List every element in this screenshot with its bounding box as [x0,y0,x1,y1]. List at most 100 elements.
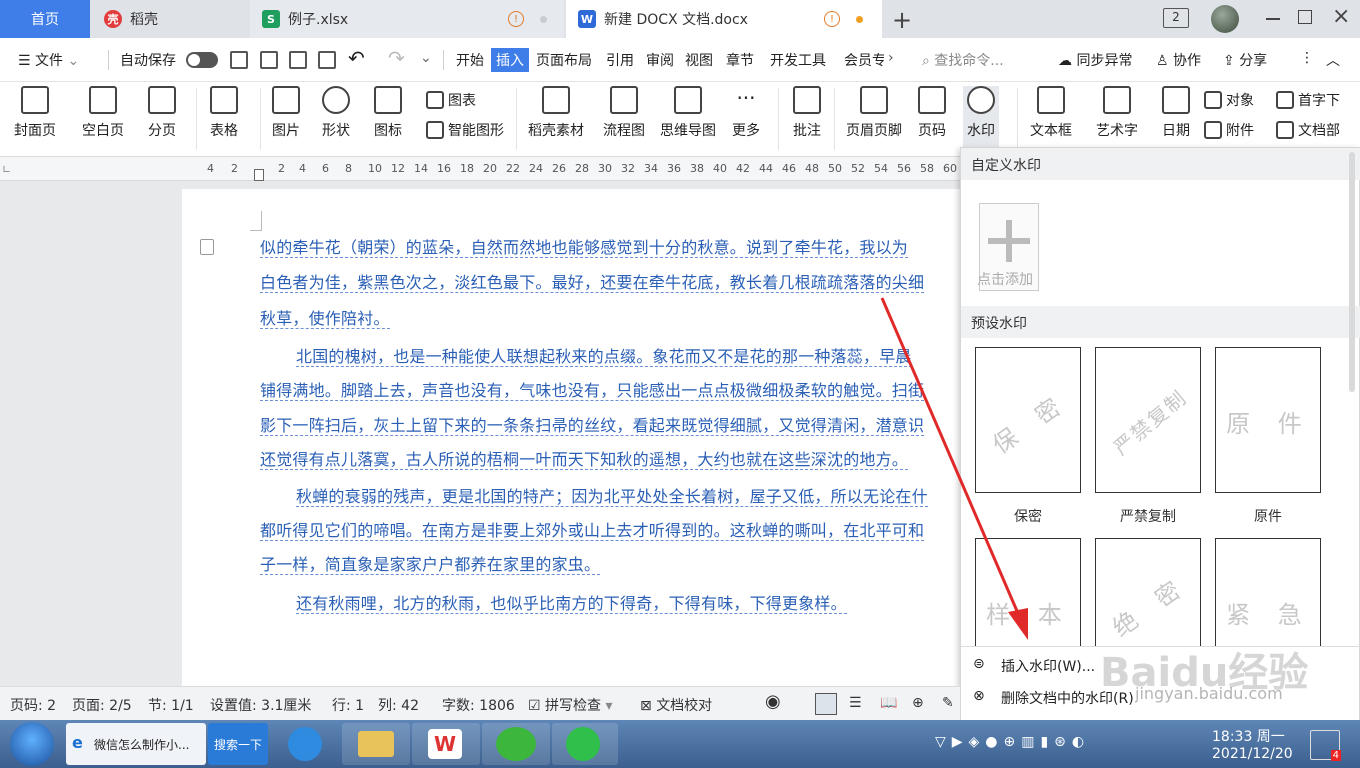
document-line[interactable]: 秋草，使作陪衬。 [260,305,960,329]
horizontal-ruler[interactable]: ∟ 4 2 2 4 6 8 10 12 14 16 18 20 22 24 26 28 30 32 34 36 38 40… [0,157,960,181]
minimize-icon[interactable] [1266,18,1280,20]
ie-pinned-icon[interactable] [276,723,336,765]
document-line[interactable]: 还觉得有点儿落寞，古人所说的梧桐一叶而天下知秋的遥想，大约也就在这些深沈的地方。 [260,446,960,470]
export-pdf-icon[interactable] [260,51,278,69]
menu-start[interactable]: 开始 [456,50,484,70]
table-button[interactable]: 表格 [210,86,238,140]
pen-icon[interactable]: ✎ [942,695,954,711]
panel-scrollbar[interactable] [1349,152,1355,392]
collab-button[interactable]: ♙ 协作 [1156,50,1201,70]
warning-icon[interactable]: ! [508,11,524,27]
avatar[interactable] [1211,5,1239,33]
redo-icon[interactable]: ↷ [388,46,405,70]
doc-proof-button[interactable]: ⊠ 文档校对 [640,695,712,715]
system-tray-icons[interactable]: ▽▶◈●⊕▥▮⊛◐ [935,734,1175,754]
new-tab-icon[interactable]: + [892,6,912,34]
attachment-button[interactable]: 附件 [1204,120,1254,140]
menu-review[interactable]: 审阅 [646,50,674,70]
browser-icon[interactable] [552,723,618,765]
tab-home[interactable]: 首页 [0,0,90,38]
menu-references[interactable]: 引用 [606,50,634,70]
page-break-button[interactable]: 分页 [148,86,176,140]
sync-button[interactable]: ☁ 同步异常 [1058,50,1132,70]
more-options-icon[interactable]: ⋮ [1300,50,1314,66]
page-view-icon[interactable] [815,693,837,715]
notification-button[interactable]: 4 [1310,730,1341,761]
preset-watermark-card[interactable]: 原 件 [1215,347,1321,493]
reading-view-icon[interactable]: 📖 [880,695,897,711]
tab-xlsx[interactable]: S 例子.xlsx ! [250,0,564,38]
watermark-button[interactable]: 水印 [963,86,999,153]
spell-check-button[interactable]: ☑ 拼写检查 ▾ [528,695,613,715]
menu-chapter[interactable]: 章节 [726,50,754,70]
status-word-count[interactable]: 字数: 1806 [442,695,515,715]
preset-watermark-card[interactable]: 严禁复制 [1095,347,1201,493]
comment-button[interactable]: 批注 [793,86,821,140]
search-command[interactable]: ⌕ 查找命令... [922,50,1004,70]
clock-date[interactable]: 2021/12/20 [1212,746,1293,762]
preset-watermark-card[interactable]: 紧 急 [1215,538,1321,646]
close-icon[interactable]: × [1332,4,1350,29]
preset-watermark-card[interactable]: 样 本 [975,538,1081,646]
menu-developer[interactable]: 开发工具 [770,50,826,70]
ie-task-item[interactable]: e 微信怎么制作小... [66,723,206,765]
document-line[interactable]: 白色者为佳，紫黑色次之，淡红色最下。最好，还要在牵牛花底，教长着几根疏疏落落的尖… [260,269,960,293]
document-line[interactable]: 北国的槐树，也是一种能使人联想起秋来的点缀。象花而又不是花的那一种落蕊，早晨 [296,343,960,367]
tab-stop-icon[interactable]: ∟ [2,163,11,176]
start-button[interactable] [10,722,54,766]
document-line[interactable]: 还有秋雨哩，北方的秋雨，也似乎比南方的下得奇，下得有味，下得更象样。 [296,590,960,614]
collapse-ribbon-icon[interactable]: ︿ [1326,50,1340,70]
picture-button[interactable]: 图片 [272,86,300,140]
search-button[interactable]: 搜索一下 [208,723,268,765]
menu-layout[interactable]: 页面布局 [536,50,592,70]
daoke-material-button[interactable]: 稻壳素材 [528,86,584,140]
insert-watermark-menu-item[interactable]: ⊜ 插入水印(W)... [961,648,1360,680]
docparts-button[interactable]: 文档部 [1276,120,1340,140]
flowchart-button[interactable]: 流程图 [603,86,645,140]
wps-icon[interactable]: W [412,723,480,765]
document-line[interactable]: 都听得见它们的啼唱。在南方是非要上郊外或山上去才听得到的。这秋蝉的嘶叫，在北平可… [260,517,960,541]
document-line[interactable]: 子一样，简直象是家家户户都养在家里的家虫。 [260,551,960,575]
indent-marker[interactable] [254,169,264,181]
restore-icon[interactable] [1298,10,1312,24]
textbox-button[interactable]: 文本框 [1030,86,1072,140]
document-line[interactable]: 似的牵牛花（朝荣）的蓝朵，自然而然地也能够感觉到十分的秋意。说到了牵牛花，我以为 [260,234,960,258]
shape-button[interactable]: 形状 [322,86,350,140]
undo-icon[interactable]: ↶ [348,46,365,70]
save-icon[interactable] [230,51,248,69]
eye-icon[interactable]: ◉ [765,691,781,712]
header-footer-button[interactable]: 页眉页脚 [846,86,902,140]
quick-access-more-icon[interactable]: ⌄ [420,50,432,66]
menu-insert[interactable]: 插入 [491,48,529,72]
document-line[interactable]: 影下一阵扫后，灰土上留下来的一条条扫帚的丝纹，看起来既觉得细腻，又觉得清闲，潜意… [260,412,960,436]
object-button[interactable]: 对象 [1204,90,1254,110]
outline-view-icon[interactable]: ☰ [849,695,862,711]
wordart-button[interactable]: 艺术字 [1096,86,1138,140]
autosave-toggle[interactable] [186,52,218,68]
page-number-button[interactable]: 页码 [918,86,946,140]
smartart-button[interactable]: 智能图形 [426,120,504,140]
preset-watermark-card[interactable]: 绝 密 [1095,538,1201,646]
file-menu[interactable]: ☰ 文件 ⌄ [18,50,79,70]
blank-page-button[interactable]: 空白页 [82,86,124,140]
menu-view[interactable]: 视图 [685,50,713,70]
date-button[interactable]: 日期 [1162,86,1190,140]
paragraph-menu-icon[interactable] [200,239,214,255]
cover-page-button[interactable]: 封面页 [14,86,56,140]
share-button[interactable]: ⇪ 分享 [1223,50,1267,70]
tab-daoke[interactable]: 壳 稻壳 [92,0,248,38]
warning-icon[interactable]: ! [824,11,840,27]
document-line[interactable]: 秋蝉的衰弱的残声，更是北国的特产；因为北平处处全长着树，屋子又低，所以无论在什 [296,483,960,507]
tab-docx[interactable]: W 新建 DOCX 文档.docx ! [566,0,882,38]
window-count-button[interactable]: 2 [1163,8,1189,28]
menu-member[interactable]: 会员专 [844,50,884,70]
print-icon[interactable] [289,51,307,69]
wechat-icon[interactable] [482,723,550,765]
clock-time[interactable]: 18:33 周一 [1212,726,1285,746]
chart-button[interactable]: 图表 [426,90,476,110]
file-explorer-icon[interactable] [342,723,410,765]
mindmap-button[interactable]: 思维导图 [660,86,716,140]
menu-scroll-right-icon[interactable]: › [888,50,894,66]
dropcap-button[interactable]: 首字下 [1276,90,1340,110]
document-line[interactable]: 铺得满地。脚踏上去，声音也没有，气味也没有，只能感出一点点极微细极柔软的触觉。扫… [260,377,960,401]
